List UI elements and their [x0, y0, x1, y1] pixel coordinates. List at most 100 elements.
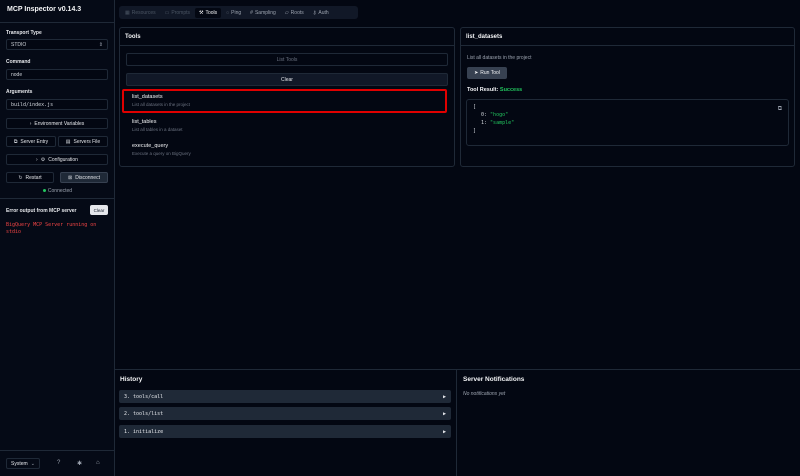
tab-auth-label: Auth	[318, 9, 329, 16]
environment-variables-button[interactable]: › Environment Variables	[6, 118, 108, 129]
tab-roots[interactable]: ▱ Roots	[281, 8, 308, 18]
message-icon: ▭	[164, 9, 170, 16]
transport-label: Transport Type	[6, 30, 42, 36]
tab-roots-label: Roots	[290, 9, 304, 16]
tool-detail-description: List all datasets in the project	[467, 55, 532, 61]
history-item-label: 1. initialize	[124, 428, 164, 435]
json-bracket-open: [	[473, 104, 477, 110]
history-item-label: 3. tools/call	[124, 393, 164, 400]
history-item[interactable]: 3. tools/call ▶	[119, 390, 451, 403]
transport-value: STDIO	[11, 41, 27, 48]
tab-ping[interactable]: ◌ Ping	[222, 8, 245, 18]
chevron-down-icon: ⌄	[30, 461, 35, 467]
servers-file-label: Servers File	[73, 138, 101, 145]
json-value: "hogo"	[490, 112, 509, 118]
tab-auth[interactable]: ⚷ Auth	[309, 8, 333, 18]
theme-select[interactable]: System ⌄	[6, 458, 40, 469]
sidebar: MCP Inspector v0.14.3 Transport Type STD…	[0, 0, 115, 476]
error-output-text: BigQuery MCP Server running on stdio	[6, 222, 97, 235]
error-clear-button[interactable]: Clear	[90, 205, 108, 215]
history-item[interactable]: 2. tools/list ▶	[119, 407, 451, 420]
send-icon: ➤	[474, 70, 479, 76]
tool-name: execute_query	[132, 143, 169, 149]
restart-label: Restart	[25, 174, 42, 181]
tool-description: Execute a query on BigQuery	[132, 151, 191, 156]
json-item: 1: "sample"	[473, 119, 782, 127]
tab-sampling[interactable]: # Sampling	[246, 8, 280, 18]
tool-result-label: Tool Result:	[467, 87, 499, 93]
tool-item-list-tables[interactable]: list_tables List all tables in a dataset	[124, 114, 446, 138]
selection-highlight	[122, 89, 447, 113]
command-label: Command	[6, 59, 31, 65]
connection-status-label: Connected	[47, 188, 73, 194]
json-value: "sample"	[490, 120, 515, 126]
github-icon[interactable]: ⌂	[96, 460, 100, 466]
tools-panel-title: Tools	[125, 34, 141, 40]
app-title: MCP Inspector v0.14.3	[7, 6, 82, 13]
server-entry-button[interactable]: ⧉ Server Entry	[6, 136, 56, 147]
history-item[interactable]: 1. initialize ▶	[119, 425, 451, 438]
chevron-right-icon: ›	[29, 120, 32, 127]
chevron-updown-icon: ⇕	[98, 42, 103, 48]
run-tool-label: Run Tool	[480, 70, 500, 76]
file-icon: ▤	[65, 138, 71, 145]
environment-variables-label: Environment Variables	[34, 120, 85, 127]
arguments-input[interactable]: build/index.js	[6, 99, 108, 110]
server-entry-label: Server Entry	[20, 138, 49, 145]
tool-name: list_tables	[132, 119, 157, 125]
json-item: 0: "hogo"	[473, 111, 782, 119]
json-index: 1:	[481, 120, 488, 126]
notifications-title: Server Notifications	[463, 376, 525, 383]
servers-file-button[interactable]: ▤ Servers File	[58, 136, 108, 147]
copy-icon: ⧉	[13, 138, 18, 145]
restart-icon: ↻	[18, 174, 23, 181]
run-tool-button[interactable]: ➤ Run Tool	[467, 67, 507, 79]
tab-resources-label: Resources	[131, 9, 156, 16]
tab-tools[interactable]: ⚒ Tools	[195, 7, 222, 18]
tab-bar: ▦ Resources ▭ Prompts ⚒ Tools ◌ Ping # Sampli…	[119, 6, 358, 19]
history-item-label: 2. tools/list	[124, 410, 164, 417]
tab-resources[interactable]: ▦ Resources	[121, 8, 160, 18]
sidebar-divider	[0, 22, 115, 23]
notifications-empty: No notifications yet	[463, 391, 506, 397]
tool-item-execute-query[interactable]: execute_query Execute a query on BigQuer…	[124, 138, 446, 162]
tool-result-heading: Tool Result: Success	[467, 87, 522, 93]
bottom-panel	[115, 369, 800, 476]
configuration-button[interactable]: › ⚙ Configuration	[6, 154, 108, 165]
folder-icon: ▱	[284, 9, 289, 16]
tool-description: List all tables in a dataset	[132, 127, 183, 132]
restart-button[interactable]: ↻ Restart	[6, 172, 54, 183]
json-bracket-close: ]	[473, 128, 477, 134]
tab-prompts[interactable]: ▭ Prompts	[161, 8, 194, 18]
panel-divider	[120, 45, 454, 46]
files-icon: ▦	[125, 9, 130, 16]
tool-detail-title: list_datasets	[466, 34, 503, 40]
disconnect-icon: ⊠	[68, 174, 73, 181]
list-tools-button[interactable]: List Tools	[126, 53, 448, 66]
tool-result-json: [ 0: "hogo" 1: "sample" ] ⧉	[466, 99, 789, 146]
connection-status: Connected	[0, 188, 115, 194]
arguments-label: Arguments	[6, 89, 33, 95]
bug-icon[interactable]: ✱	[77, 460, 82, 467]
configuration-label: Configuration	[48, 156, 78, 163]
tab-prompts-label: Prompts	[171, 9, 190, 16]
chevron-right-icon: ›	[36, 156, 38, 163]
disconnect-button[interactable]: ⊠ Disconnect	[60, 172, 108, 183]
history-title: History	[120, 376, 143, 383]
copy-icon[interactable]: ⧉	[778, 105, 782, 113]
expand-icon: ▶	[442, 410, 446, 417]
disconnect-label: Disconnect	[75, 174, 100, 181]
transport-select[interactable]: STDIO ⇕	[6, 39, 108, 50]
json-index: 0:	[481, 112, 488, 118]
panel-divider	[461, 45, 794, 46]
tool-result-status: Success	[499, 87, 523, 93]
tab-tools-label: Tools	[205, 9, 218, 16]
tool-detail-panel: list_datasets	[460, 27, 795, 167]
help-icon[interactable]: ?	[57, 460, 60, 466]
expand-icon: ▶	[442, 393, 446, 400]
clear-tools-button[interactable]: Clear	[126, 73, 448, 86]
gear-icon: ⚙	[40, 156, 46, 163]
error-output-label: Error output from MCP server	[6, 208, 77, 214]
command-input[interactable]: node	[6, 69, 108, 80]
expand-icon: ▶	[442, 428, 446, 435]
